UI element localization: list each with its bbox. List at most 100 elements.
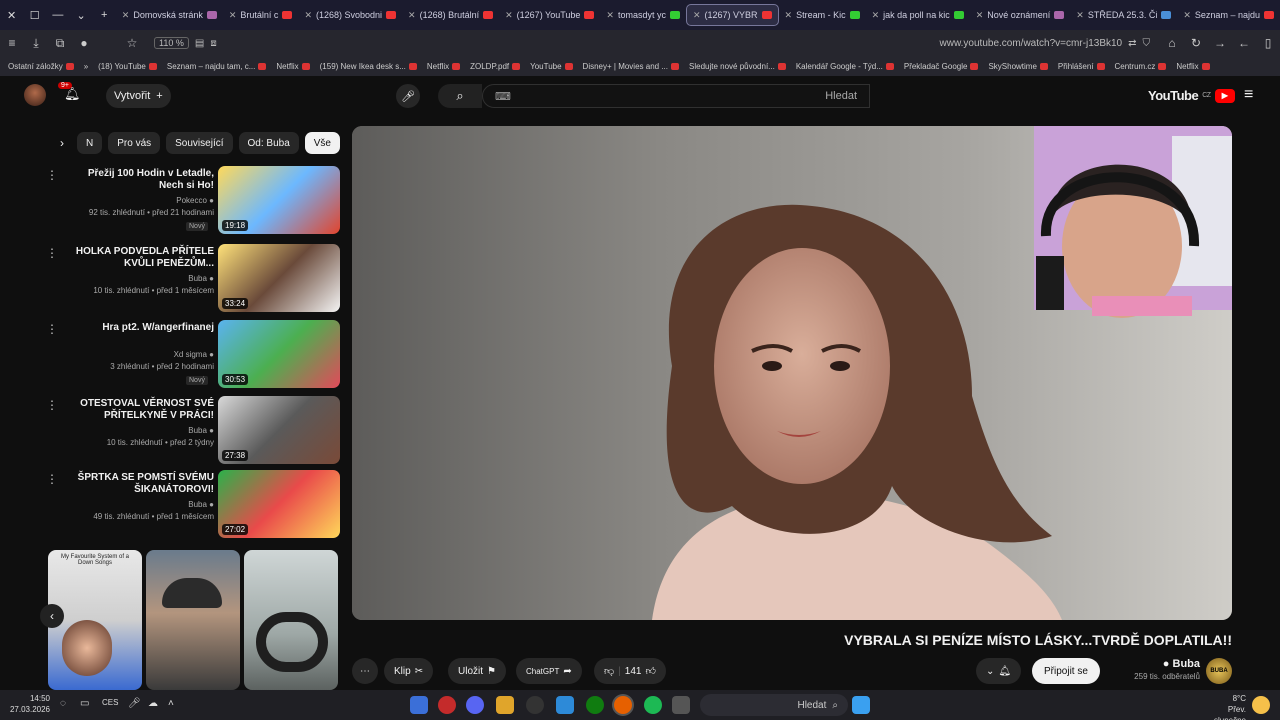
tab-close-icon[interactable]: ✕: [976, 10, 984, 21]
youtube-logo[interactable]: YouTube CZ ▶: [1148, 88, 1235, 103]
tab-8[interactable]: ✕ jak da poll na kic: [866, 4, 970, 26]
sidebar-toggle-icon[interactable]: ▯: [1256, 36, 1280, 50]
window-close-icon[interactable]: ✕: [0, 9, 23, 22]
microphone-tray-icon[interactable]: 🎤︎: [128, 698, 141, 709]
tab-1[interactable]: ✕ Brutální c: [223, 4, 299, 26]
forward-arrow-icon[interactable]: →: [1208, 36, 1232, 50]
reader-view-icon[interactable]: ▤: [195, 38, 204, 49]
more-options-icon[interactable]: ⋮: [46, 472, 58, 486]
bookmark-item[interactable]: (18) YouTube: [98, 62, 157, 71]
notifications-tray-icon[interactable]: ◌: [60, 698, 66, 709]
search-button[interactable]: ⌕: [438, 84, 482, 108]
tab-close-icon[interactable]: ✕: [304, 10, 312, 21]
chip-more[interactable]: N: [77, 132, 103, 154]
search-input[interactable]: ⌨ Hledat: [482, 84, 870, 108]
tab-7[interactable]: ✕ Stream - Kic: [779, 4, 866, 26]
more-options-icon[interactable]: ⋮: [46, 246, 58, 260]
spotify-icon[interactable]: [644, 696, 662, 714]
tab-close-icon[interactable]: ✕: [122, 10, 130, 21]
firefox-icon[interactable]: [614, 696, 632, 714]
tab-10[interactable]: ✕ STŘEDA 25.3. Či: [1070, 4, 1177, 26]
recommendation-thumbnail[interactable]: 33:24: [218, 244, 340, 312]
window-minimize-icon[interactable]: —: [46, 9, 69, 21]
tab-close-icon[interactable]: ✕: [408, 10, 416, 21]
voice-search-mic-icon[interactable]: 🎤︎: [396, 84, 420, 108]
channel-avatar[interactable]: BUBA: [1206, 658, 1232, 684]
chip-all[interactable]: Vše: [304, 132, 340, 154]
chip-for-you[interactable]: Pro vás: [108, 132, 161, 154]
channel-info[interactable]: ● Buba 259 tis. odběratelů: [1120, 658, 1200, 681]
monitor-tray-icon[interactable]: ▭: [80, 698, 89, 709]
tab-11[interactable]: ✕ Seznam – najdu: [1177, 4, 1280, 26]
more-options-icon[interactable]: ⋮: [46, 322, 58, 336]
share-button[interactable]: ChatGPT ➦: [516, 658, 582, 684]
shorts-prev-arrow-icon[interactable]: ‹: [40, 604, 64, 628]
tab-close-icon[interactable]: ✕: [1183, 10, 1191, 21]
recommendation-thumbnail[interactable]: 27:02: [218, 470, 340, 538]
tab-close-icon[interactable]: ✕: [1076, 10, 1084, 21]
recommendation-channel[interactable]: Buba ●: [66, 500, 214, 509]
permissions-icon[interactable]: ⇄: [1128, 38, 1136, 49]
tab-close-icon[interactable]: ✕: [872, 10, 880, 21]
url-text[interactable]: www.youtube.com/watch?v=cmr-j13Bk10: [940, 38, 1123, 49]
tab-close-icon[interactable]: ✕: [606, 10, 614, 21]
bookmark-item[interactable]: Netflix: [276, 62, 310, 71]
bookmark-item[interactable]: Ostatní záložky: [8, 62, 74, 71]
recommendation-thumbnail[interactable]: 30:53: [218, 320, 340, 388]
recommendation-channel[interactable]: Buba ●: [66, 274, 214, 283]
recommendation-title[interactable]: ŠPRTKA SE POMSTÍ SVÉMU ŠIKANÁTOROVI!: [66, 472, 214, 496]
recommendation-channel[interactable]: Buba ●: [66, 426, 214, 435]
window-maximize-icon[interactable]: ☐: [23, 9, 46, 22]
chips-next-chevron-icon[interactable]: ›: [53, 136, 71, 150]
zoom-level[interactable]: 110 %: [154, 37, 189, 49]
tab-6-active[interactable]: ✕ (1267) VYBR: [685, 4, 779, 26]
language-indicator[interactable]: CES: [102, 698, 118, 707]
recommendation-item[interactable]: 19:18 Přežij 100 Hodin v Letadle, Nech si…: [46, 166, 340, 234]
recommendation-thumbnail[interactable]: 27:38: [218, 396, 340, 464]
recommendation-title[interactable]: OTESTOVAL VĚRNOST SVÉ PŘÍTELKYNĚ V PRÁCI…: [66, 398, 214, 422]
more-options-icon[interactable]: ⋮: [46, 168, 58, 182]
save-button[interactable]: Uložit ⚑: [448, 658, 506, 684]
downloads-icon[interactable]: ⤓: [24, 36, 48, 51]
app-icon-taskbar-2[interactable]: [438, 696, 456, 714]
taskbar-clock[interactable]: 14:50 27.03.2026: [8, 693, 50, 715]
create-button[interactable]: Vytvořit +: [106, 84, 171, 108]
app-icon-taskbar-1[interactable]: [410, 696, 428, 714]
recommendation-channel[interactable]: Pokecco ●: [66, 196, 214, 205]
tab-close-icon[interactable]: ✕: [693, 10, 701, 21]
bookmarks-overflow-chevron-icon[interactable]: »: [84, 62, 88, 71]
tab-0[interactable]: ✕ Domovská stránk: [116, 4, 223, 26]
bookmark-item[interactable]: Sledujte nové původní...: [689, 62, 786, 71]
bookmark-item[interactable]: SkyShowtime: [988, 62, 1048, 71]
user-avatar[interactable]: [24, 84, 46, 106]
bookmark-item[interactable]: YouTube: [530, 62, 573, 71]
discord-icon[interactable]: [466, 696, 484, 714]
taskbar-search[interactable]: Hledat ⌕: [700, 694, 848, 716]
dislike-thumb-icon[interactable]: 👎︎: [604, 665, 614, 677]
clip-button[interactable]: Klip ✂: [384, 658, 434, 684]
store-icon[interactable]: [556, 696, 574, 714]
xbox-icon[interactable]: [586, 696, 604, 714]
hamburger-menu-icon[interactable]: ≡: [0, 36, 24, 50]
weather-widget[interactable]: 8°C Přev. slunečno: [1200, 693, 1246, 720]
recommendation-title[interactable]: HOLKA PODVEDLA PŘÍTELE KVŮLI PENĚZŮM...: [66, 246, 214, 270]
notifications-bell-icon[interactable]: 🔔︎ 9+: [58, 82, 82, 104]
tab-2[interactable]: ✕ (1268) Svobodni: [298, 4, 402, 26]
more-actions-button[interactable]: ⋯: [352, 658, 378, 684]
recommendation-item[interactable]: 27:02 ŠPRTKA SE POMSTÍ SVÉMU ŠIKANÁTOROVI…: [46, 470, 340, 538]
recommendation-channel[interactable]: Xd sigma ●: [66, 350, 214, 359]
subscription-bell-button[interactable]: ⌄ 🔔︎: [976, 658, 1022, 684]
extensions-icon[interactable]: ⧉: [48, 36, 72, 51]
windows-start-icon[interactable]: [852, 696, 870, 714]
bookmark-item[interactable]: Netflix: [427, 62, 461, 71]
short-card-3[interactable]: [244, 550, 338, 690]
recommendation-title[interactable]: Hra pt2. W/angerfinanej: [66, 322, 214, 334]
tab-list-chevron-icon[interactable]: ⌄: [69, 9, 92, 22]
task-view-icon[interactable]: [672, 696, 690, 714]
tab-3[interactable]: ✕ (1268) Brutální: [402, 4, 499, 26]
tab-close-icon[interactable]: ✕: [505, 10, 513, 21]
address-bar[interactable]: 110 % ▤ ⧈ www.youtube.com/watch?v=cmr-j1…: [144, 33, 1160, 53]
tab-9[interactable]: ✕ Nové oznámení: [970, 4, 1071, 26]
bookmark-item[interactable]: Přihlášení: [1058, 62, 1105, 71]
new-tab-button[interactable]: +: [93, 9, 116, 21]
